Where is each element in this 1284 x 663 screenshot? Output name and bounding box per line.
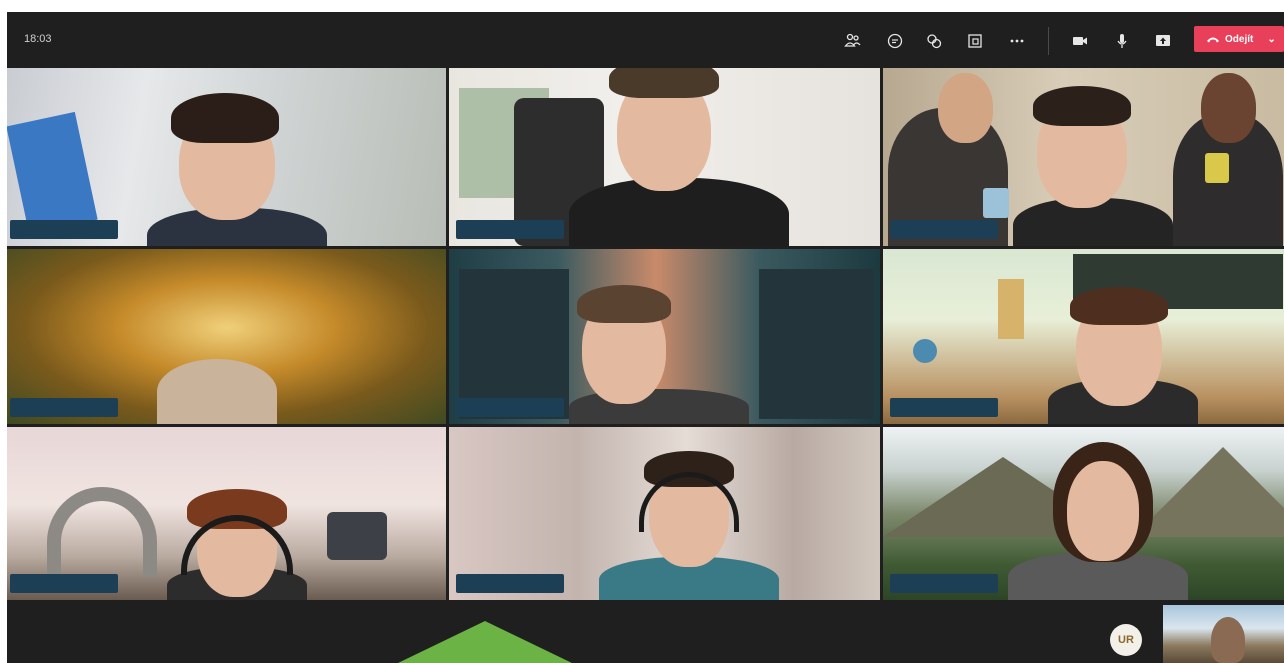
bulletin-board	[998, 279, 1024, 339]
participant-name-bar	[456, 574, 564, 593]
lunar-lander	[327, 512, 387, 560]
leave-label: Odejít	[1225, 33, 1254, 45]
participant-name-bar	[10, 398, 118, 417]
self-view-preview[interactable]	[1163, 605, 1284, 663]
participant-hair	[609, 68, 719, 98]
meeting-window: 18:03 Odejít ⌄ UR	[7, 12, 1284, 663]
participant-name-bar	[456, 398, 564, 417]
participant-name-bar	[890, 398, 998, 417]
more-icon[interactable]	[1004, 28, 1030, 54]
video-tile-1[interactable]	[7, 68, 446, 246]
chevron-down-icon[interactable]: ⌄	[1267, 34, 1275, 45]
participant-name-bar	[890, 574, 998, 593]
video-tile-3[interactable]	[883, 68, 1284, 246]
video-tile-7[interactable]	[7, 427, 446, 600]
video-tile-9[interactable]	[883, 427, 1284, 600]
mug	[1205, 153, 1229, 183]
reactions-icon[interactable]	[921, 28, 947, 54]
video-tile-4[interactable]	[7, 249, 446, 424]
bottom-strip	[7, 601, 1284, 663]
chat-icon[interactable]	[882, 28, 908, 54]
building-left	[459, 269, 569, 419]
participant-name-bar	[890, 220, 998, 239]
mug	[983, 188, 1009, 218]
participant-face-front	[1067, 461, 1139, 561]
background-face-right	[1201, 73, 1256, 143]
share-screen-icon[interactable]	[1150, 28, 1176, 54]
forest-path	[157, 359, 277, 424]
highlight-arrow	[398, 621, 572, 663]
toolbar-divider	[1048, 27, 1049, 55]
participant-name-bar	[456, 220, 564, 239]
building-right	[759, 269, 874, 419]
background-face-left	[938, 73, 993, 143]
video-tile-5[interactable]	[449, 249, 880, 424]
leave-button[interactable]: Odejít ⌄	[1194, 26, 1284, 52]
meeting-clock: 18:03	[24, 33, 52, 45]
microphone-icon[interactable]	[1109, 28, 1135, 54]
share-tray-icon[interactable]	[962, 28, 988, 54]
rock-arch	[47, 487, 157, 577]
participant-hair	[171, 93, 279, 143]
participant-hair	[577, 285, 671, 323]
avatar[interactable]: UR	[1110, 624, 1142, 656]
participant-name-bar	[10, 574, 118, 593]
camera-icon[interactable]	[1067, 28, 1093, 54]
video-tile-6[interactable]	[883, 249, 1284, 424]
participants-icon[interactable]	[840, 28, 866, 54]
participant-hair	[1070, 287, 1168, 325]
participant-name-bar	[10, 220, 118, 239]
meeting-toolbar: 18:03 Odejít ⌄	[7, 12, 1284, 69]
participant-hair	[1033, 86, 1131, 126]
globe	[913, 339, 937, 363]
video-tile-8[interactable]	[449, 427, 880, 600]
background-poster	[7, 111, 98, 235]
mountain-right	[1133, 447, 1284, 537]
participant-body	[569, 389, 749, 424]
video-tile-2[interactable]	[449, 68, 880, 246]
self-view-person	[1211, 617, 1245, 663]
hang-up-icon	[1207, 37, 1219, 43]
